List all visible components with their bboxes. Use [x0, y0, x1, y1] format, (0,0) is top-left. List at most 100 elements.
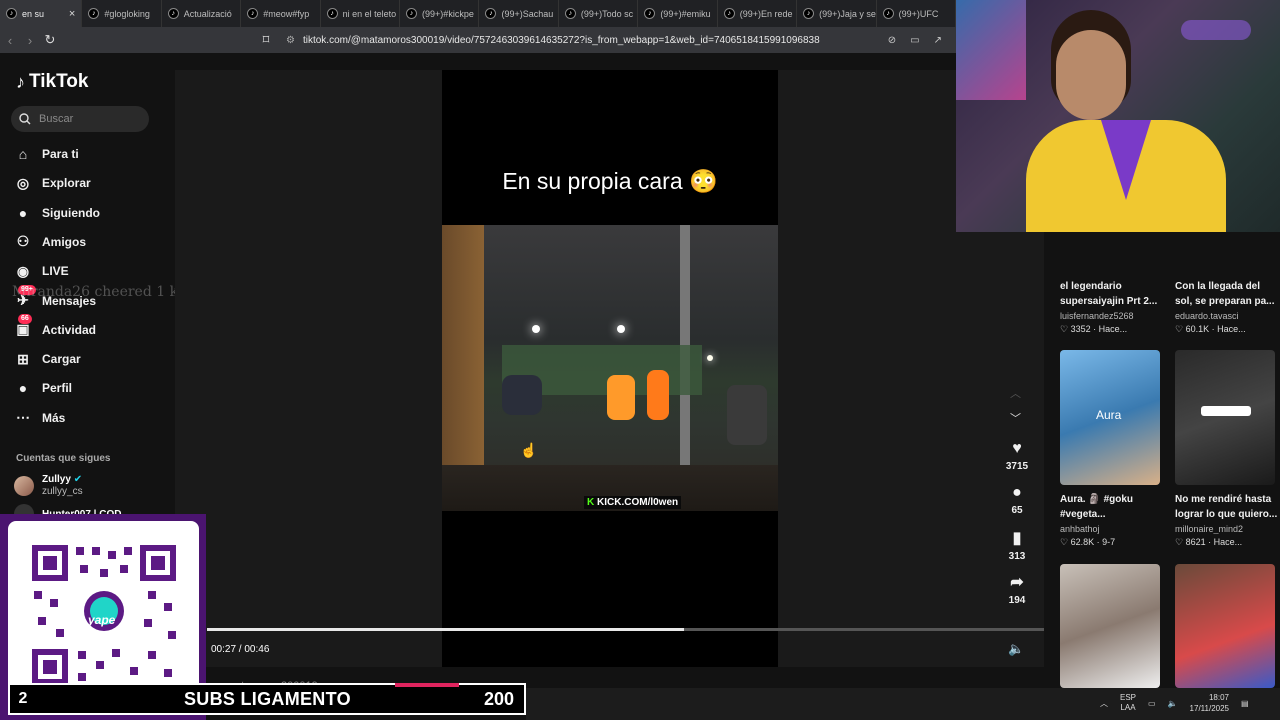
streamer-webcam	[956, 0, 1280, 232]
sidebar-item-label: Cargar	[42, 352, 81, 367]
notification-icon[interactable]: ▤	[1241, 699, 1249, 708]
share-icon[interactable]: ↗	[934, 35, 942, 46]
clock[interactable]: 18:07 17/11/2025	[1190, 692, 1229, 714]
sidebar-item-explorar[interactable]: ◎ Explorar	[14, 172, 91, 194]
sidebar-item-más[interactable]: ⋯ Más	[14, 407, 65, 429]
share-button[interactable]: ➦ 194	[1002, 572, 1032, 606]
following-avatar-icon: ●	[18, 204, 28, 221]
eye-off-icon[interactable]: ⊘	[888, 35, 896, 46]
save-count: 313	[1008, 551, 1026, 562]
browser-tab[interactable]: ♪ (99+)Sachau	[479, 0, 559, 27]
like-button[interactable]: ♥ 3715	[1002, 440, 1032, 472]
browser-tab[interactable]: ♪ (99+)Jaja y se	[797, 0, 877, 27]
save-button[interactable]: ▮ 313	[1002, 528, 1032, 562]
feed-card-title: el legendario supersaiyajin Prt 2...	[1060, 281, 1158, 307]
bookmark-icon[interactable]: ⌑	[256, 32, 276, 48]
feed-thumbnail-goku[interactable]: Aura	[1060, 350, 1160, 485]
feed-card[interactable]: Aura. 🗿 #goku #vegeta... anhbathoj ♡ 62.…	[1060, 492, 1163, 548]
sidebar-item-actividad[interactable]: ▣ 66 Actividad	[14, 313, 97, 341]
search-input[interactable]: Buscar	[11, 106, 149, 132]
forward-icon[interactable]: ›	[20, 33, 40, 48]
tiktok-favicon-icon: ♪	[167, 8, 179, 19]
feed-card[interactable]: Con la llegada del sol, se preparan pa..…	[1175, 279, 1278, 335]
browser-tab[interactable]: ♪ #meow#fyp	[241, 0, 321, 27]
yape-brand-text: yape	[88, 613, 116, 627]
subs-goal: 200	[483, 688, 514, 709]
watermark-text: KICK.COM/l0wen	[597, 497, 679, 508]
live-icon: ◉	[16, 262, 30, 279]
tiktok-logo[interactable]: ♪ TikTok	[16, 71, 88, 93]
subs-accent-strip	[395, 683, 459, 687]
browser-tab[interactable]: ♪ en su ×	[0, 0, 83, 27]
sidebar-item-label: Amigos	[42, 234, 87, 249]
cast-icon[interactable]: ▭	[910, 35, 919, 46]
feed-card-user: eduardo.tavasci	[1175, 311, 1239, 321]
feed-thumbnail-car[interactable]	[1175, 350, 1275, 485]
browser-tab[interactable]: ♪ #glogloking	[82, 0, 162, 27]
feed-card-stats: 3352 · Hace...	[1070, 324, 1128, 334]
tab-label: #meow#fyp	[263, 8, 310, 19]
browser-tab[interactable]: ♪ (99+)En rede	[718, 0, 798, 27]
heart-icon: ♡	[1060, 324, 1069, 334]
comment-button[interactable]: ● 65	[1002, 484, 1032, 516]
tiktok-favicon-icon: ♪	[247, 8, 259, 19]
sidebar-item-amigos[interactable]: ⚇ Amigos	[14, 231, 86, 253]
next-video-icon[interactable]: ﹀	[1010, 410, 1021, 426]
site-info-icon[interactable]: ⚙	[286, 35, 295, 46]
search-icon	[19, 113, 31, 125]
back-icon[interactable]: ‹	[0, 33, 20, 48]
speaker-icon[interactable]: 🔈	[1168, 699, 1178, 708]
tiktok-favicon-icon: ♪	[803, 8, 815, 19]
address-bar[interactable]: ⚙ tiktok.com/@matamoros300019/video/7572…	[286, 35, 886, 46]
followed-account-zullyy[interactable]: Zullyy ✔ zullyy_cs	[14, 474, 83, 498]
sidebar-item-perfil[interactable]: ● Perfil	[14, 377, 72, 399]
video-clip[interactable]	[442, 225, 778, 511]
browser-tab[interactable]: ♪ ni en el teleto	[321, 0, 401, 27]
activity-icon: ▣ 66	[14, 313, 32, 339]
browser-tab[interactable]: ♪ Actualizació	[162, 0, 242, 27]
sidebar-item-label: Actividad	[42, 322, 97, 337]
heart-icon: ♡	[1175, 324, 1184, 334]
feed-card-user: millonaire_mind2	[1175, 524, 1244, 534]
sidebar-item-para-ti[interactable]: ⌂ Para ti	[14, 143, 79, 165]
volume-icon[interactable]: 🔈	[1008, 641, 1024, 657]
browser-tab[interactable]: ♪ (99+)#emiku	[638, 0, 718, 27]
like-count: 3715	[1005, 461, 1029, 472]
tab-label: (99+)En rede	[739, 8, 793, 19]
notification-badge: 66	[18, 313, 32, 324]
tiktok-favicon-icon: ♪	[485, 8, 497, 19]
comment-count: 65	[1011, 505, 1023, 516]
sidebar-item-cargar[interactable]: ⊞ Cargar	[14, 348, 81, 370]
feed-thumbnail-couple[interactable]	[1175, 564, 1275, 688]
previous-video-icon[interactable]: ︿	[1010, 385, 1021, 401]
chevron-up-icon[interactable]: ︿	[1100, 698, 1108, 709]
browser-tab[interactable]: ♪ (99+)#kickpe	[400, 0, 480, 27]
system-tray: ︿ ESP LAA ▭ 🔈 18:07 17/11/2025 ▤	[1100, 692, 1249, 714]
close-tab-icon[interactable]: ×	[69, 8, 75, 20]
reload-icon[interactable]: ↻	[40, 32, 60, 48]
feed-card[interactable]: el legendario supersaiyajin Prt 2... lui…	[1060, 279, 1163, 335]
browser-tab[interactable]: ♪ (99+)UFC	[877, 0, 956, 27]
feed-card-user: anhbathoj	[1060, 524, 1100, 534]
tiktok-note-icon: ♪	[16, 71, 25, 92]
sidebar-item-label: Para ti	[42, 147, 79, 161]
tab-label: (99+)Todo sc	[580, 8, 634, 19]
tab-label: Actualizació	[183, 8, 232, 19]
sidebar-item-live[interactable]: ◉ LIVE	[14, 260, 69, 282]
subs-label: SUBS LIGAMENTO	[184, 688, 351, 709]
browser-toolbar: ‹ › ↻ ⌑ ⚙ tiktok.com/@matamoros300019/vi…	[0, 27, 956, 53]
sidebar-item-siguiendo[interactable]: ● Siguiendo	[14, 202, 100, 224]
comment-icon: ●	[1012, 484, 1022, 501]
feed-card[interactable]: No me rendiré hasta lograr lo que quiero…	[1175, 492, 1278, 548]
logo-text: TikTok	[29, 71, 89, 92]
tab-label: (99+)UFC	[898, 8, 939, 19]
tab-label: (99+)#emiku	[660, 8, 711, 19]
browser-tab[interactable]: ♪ (99+)Todo sc	[559, 0, 639, 27]
qr-code-icon	[32, 545, 176, 685]
mouse-cursor-icon: ☝	[520, 442, 538, 458]
network-icon[interactable]: ▭	[1148, 699, 1156, 708]
feed-card-stats: 8621 · Hace...	[1185, 537, 1243, 547]
tiktok-favicon-icon: ♪	[88, 8, 100, 19]
language-indicator[interactable]: ESP LAA	[1120, 693, 1136, 713]
feed-thumbnail-people[interactable]	[1060, 564, 1160, 688]
